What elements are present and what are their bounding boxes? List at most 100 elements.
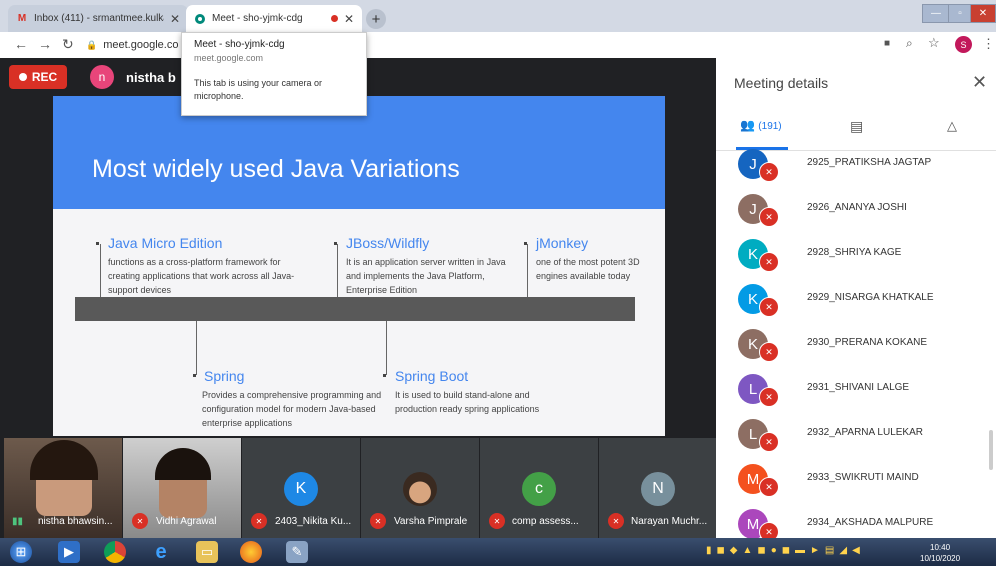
- timeline-connector: [100, 244, 101, 297]
- tab-gmail[interactable]: M Inbox (411) - srmantmee.kulkarn ✕: [8, 5, 188, 32]
- panel-title: Meeting details: [734, 75, 829, 91]
- slide-title: Most widely used Java Variations: [92, 155, 460, 183]
- clock-time: 10:40: [930, 543, 951, 552]
- participant-name: 2925_PRATIKSHA JAGTAP: [807, 157, 932, 168]
- chat-icon: ▤: [850, 118, 864, 134]
- participant-avatar: N: [641, 472, 675, 506]
- participant-name: 2930_PRERANA KOKANE: [807, 337, 928, 348]
- section-title: Spring: [204, 368, 245, 384]
- participant-row[interactable]: L ✕ 2932_APARNA LULEKAR: [716, 415, 996, 460]
- mic-off-icon: ✕: [759, 162, 779, 182]
- participant-row[interactable]: L ✕ 2931_SHIVANI LALGE: [716, 370, 996, 415]
- participant-row[interactable]: K ✕ 2929_NISARGA KHATKALE: [716, 280, 996, 325]
- participant-row[interactable]: K ✕ 2928_SHRIYA KAGE: [716, 235, 996, 280]
- tab-people[interactable]: 👥 (191): [740, 118, 782, 132]
- bullet-icon: [334, 242, 337, 245]
- recording-dot-icon: [330, 15, 338, 22]
- taskbar-clock[interactable]: 10:40 10/10/2020: [920, 542, 960, 564]
- participant-row[interactable]: J ✕ 2925_PRATIKSHA JAGTAP: [716, 145, 996, 190]
- zoom-icon[interactable]: ⌕: [906, 36, 913, 51]
- bullet-icon: [193, 374, 196, 377]
- participant-avatar: c: [522, 472, 556, 506]
- mic-off-icon: ✕: [759, 297, 779, 317]
- close-window-button[interactable]: ✕: [970, 4, 996, 23]
- participant-name: 2929_NISARGA KHATKALE: [807, 292, 934, 303]
- system-tray-icons[interactable]: ▮◼◆▲◼●◼▬►▤◢◀: [706, 545, 865, 556]
- section-description: functions as a cross-platform framework …: [108, 257, 295, 295]
- close-tab-icon[interactable]: ✕: [170, 12, 180, 26]
- scrollbar[interactable]: [989, 430, 993, 470]
- section-title: JBoss/Wildfly: [346, 235, 430, 251]
- participant-row[interactable]: K ✕ 2930_PRERANA KOKANE: [716, 325, 996, 370]
- start-button[interactable]: ⊞: [10, 541, 32, 563]
- tile-name: comp assess...: [512, 516, 579, 527]
- participant-hair: [155, 448, 211, 480]
- people-icon: 👥: [740, 118, 755, 132]
- participant-row[interactable]: M ✕ 2933_SWIKRUTI MAIND: [716, 460, 996, 505]
- timeline-bar: [75, 297, 635, 321]
- reload-icon[interactable]: ↻: [62, 36, 74, 53]
- mic-off-icon: ✕: [759, 477, 779, 497]
- rec-label: REC: [31, 70, 58, 84]
- bullet-icon: [524, 242, 527, 245]
- mic-off-icon: ✕: [759, 522, 779, 538]
- meet-icon: [194, 13, 206, 25]
- clock-date: 10/10/2020: [920, 554, 961, 563]
- tab-chat[interactable]: ▤: [850, 118, 863, 135]
- section-description: It is used to build stand-alone and prod…: [395, 390, 540, 414]
- firefox-icon[interactable]: [240, 541, 262, 563]
- close-icon[interactable]: ✕: [972, 72, 987, 93]
- close-tab-icon[interactable]: ✕: [344, 12, 354, 26]
- tab-meet[interactable]: Meet - sho-yjmk-cdg ✕: [186, 5, 362, 32]
- tile-name: Vidhi Agrawal: [156, 516, 217, 527]
- timeline-connector: [196, 321, 197, 375]
- section-description: one of the most potent 3D engines availa…: [536, 257, 640, 281]
- timeline-connector: [527, 244, 528, 297]
- internet-explorer-icon[interactable]: e: [150, 541, 172, 563]
- mic-off-icon: ✕: [608, 513, 624, 529]
- participant-name: 2934_AKSHADA MALPURE: [807, 517, 934, 528]
- people-count: (191): [758, 121, 782, 132]
- participant-row[interactable]: J ✕ 2926_ANANYA JOSHI: [716, 190, 996, 235]
- tile-name: 2403_Nikita Ku...: [275, 516, 352, 527]
- tab-activities[interactable]: △: [947, 118, 957, 134]
- minimize-button[interactable]: —: [922, 4, 950, 23]
- participant-name: 2928_SHRIYA KAGE: [807, 247, 902, 258]
- bullet-icon: [383, 374, 386, 377]
- camera-icon[interactable]: ■: [884, 38, 890, 49]
- tooltip-domain: meet.google.com: [194, 53, 264, 63]
- forward-icon[interactable]: →: [38, 36, 52, 52]
- section-title: jMonkey: [536, 235, 589, 251]
- section-title: Spring Boot: [395, 368, 469, 384]
- mic-off-icon: ✕: [132, 513, 148, 529]
- lock-icon: 🔒: [86, 39, 98, 50]
- back-icon[interactable]: ←: [14, 36, 28, 52]
- tab-hover-card: Meet - sho-yjmk-cdg meet.google.com This…: [181, 32, 367, 116]
- mic-off-icon: ✕: [759, 207, 779, 227]
- participant-name: 2926_ANANYA JOSHI: [807, 202, 907, 213]
- chrome-icon[interactable]: [104, 541, 126, 563]
- tile-name: Varsha Pimprale: [394, 516, 468, 527]
- timeline-connector: [386, 321, 387, 375]
- bookmark-star-icon[interactable]: ☆: [928, 35, 940, 51]
- participant-row[interactable]: M ✕ 2934_AKSHADA MALPURE: [716, 505, 996, 538]
- menu-icon[interactable]: ⋮: [982, 36, 995, 52]
- tooltip-title: Meet - sho-yjmk-cdg: [194, 39, 285, 50]
- new-tab-button[interactable]: +: [366, 9, 386, 29]
- recording-badge: REC: [9, 65, 67, 89]
- maximize-button[interactable]: ▫: [948, 4, 972, 23]
- gmail-icon: M: [17, 13, 27, 24]
- profile-avatar[interactable]: S: [955, 36, 972, 53]
- file-explorer-icon[interactable]: ▭: [196, 541, 218, 563]
- presenter-avatar: n: [90, 65, 114, 89]
- participant-photo: [403, 472, 437, 506]
- section-title: Java Micro Edition: [108, 235, 223, 251]
- paint-icon[interactable]: ✎: [286, 541, 308, 563]
- section-description: Provides a comprehensive programming and…: [202, 390, 382, 428]
- media-player-icon[interactable]: ▶: [58, 541, 80, 563]
- mic-off-icon: ✕: [759, 432, 779, 452]
- participant-name: 2933_SWIKRUTI MAIND: [807, 472, 919, 483]
- mic-off-icon: ✕: [759, 387, 779, 407]
- mic-off-icon: ✕: [759, 342, 779, 362]
- participant-name: 2932_APARNA LULEKAR: [807, 427, 923, 438]
